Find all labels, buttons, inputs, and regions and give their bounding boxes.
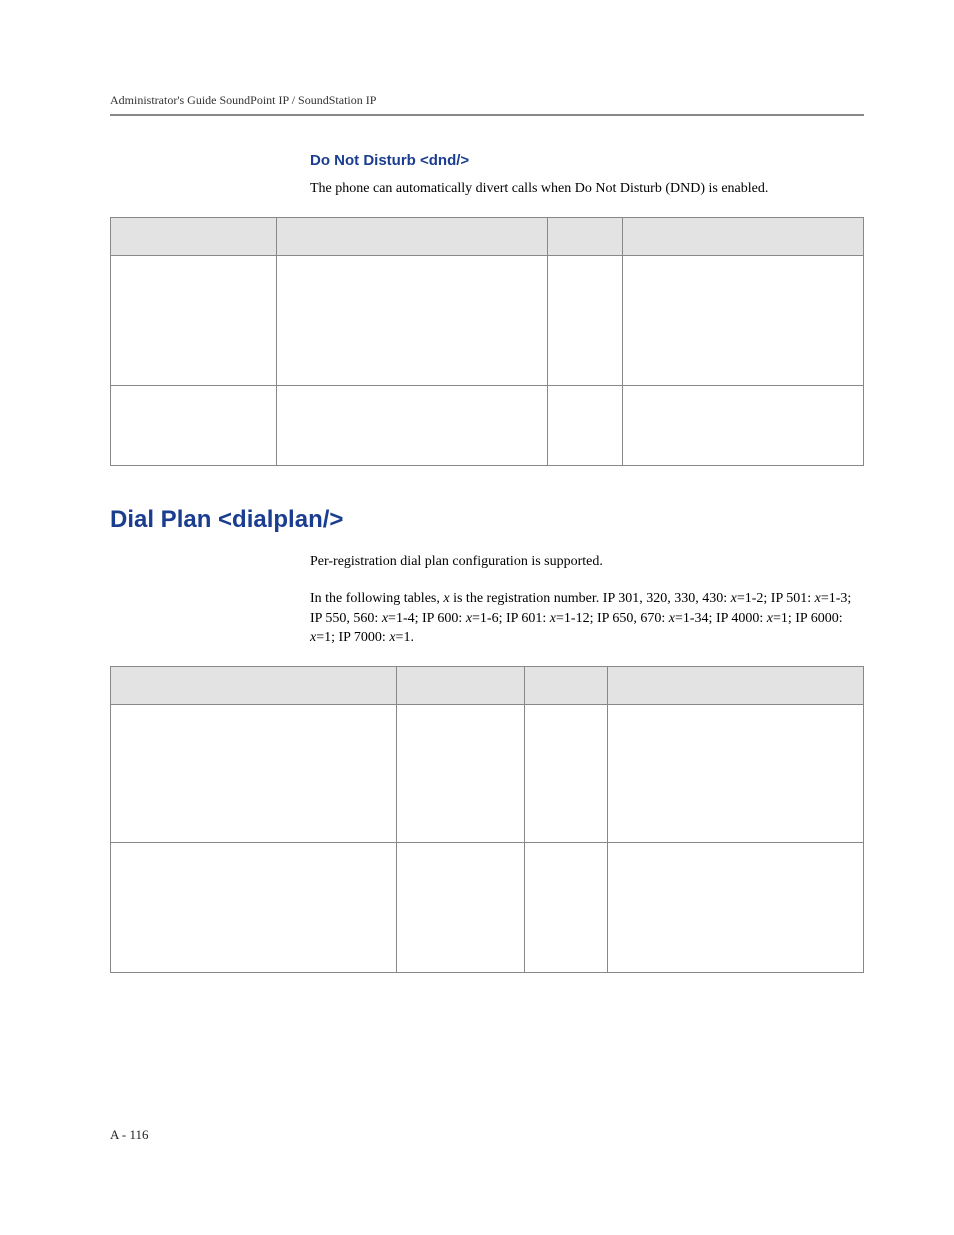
dnd-th-2 [276, 217, 547, 255]
dp-th-3 [525, 666, 608, 704]
dialplan-attribute-table [110, 666, 864, 973]
dnd-r1c4 [623, 255, 864, 385]
dp-r2c2 [397, 842, 525, 972]
page-number: A - 116 [110, 1127, 149, 1143]
dnd-r1c1 [111, 255, 277, 385]
header-rule [110, 114, 864, 116]
dp-r2c4 [607, 842, 863, 972]
dnd-subtitle: Do Not Disturb <dnd/> [310, 152, 864, 169]
dnd-r2c3 [547, 385, 622, 465]
dialplan-title: Dial Plan <dialplan/> [110, 506, 864, 534]
dp-r2c3 [525, 842, 608, 972]
dialplan-intro: Per-registration dial plan configuration… [310, 552, 864, 572]
dnd-attribute-table [110, 217, 864, 466]
dnd-th-3 [547, 217, 622, 255]
dp-r1c1 [111, 704, 397, 842]
dnd-r1c2 [276, 255, 547, 385]
running-header: Administrator's Guide SoundPoint IP / So… [110, 93, 864, 108]
dp-th-4 [607, 666, 863, 704]
dp-th-2 [397, 666, 525, 704]
dp-r1c2 [397, 704, 525, 842]
dnd-th-4 [623, 217, 864, 255]
dialplan-note: In the following tables, x is the regist… [310, 589, 864, 648]
dp-r2c1 [111, 842, 397, 972]
dnd-th-1 [111, 217, 277, 255]
dnd-intro: The phone can automatically divert calls… [310, 179, 864, 199]
dnd-r2c2 [276, 385, 547, 465]
dnd-r1c3 [547, 255, 622, 385]
dnd-r2c4 [623, 385, 864, 465]
dp-r1c4 [607, 704, 863, 842]
dnd-r2c1 [111, 385, 277, 465]
dp-th-1 [111, 666, 397, 704]
dp-r1c3 [525, 704, 608, 842]
